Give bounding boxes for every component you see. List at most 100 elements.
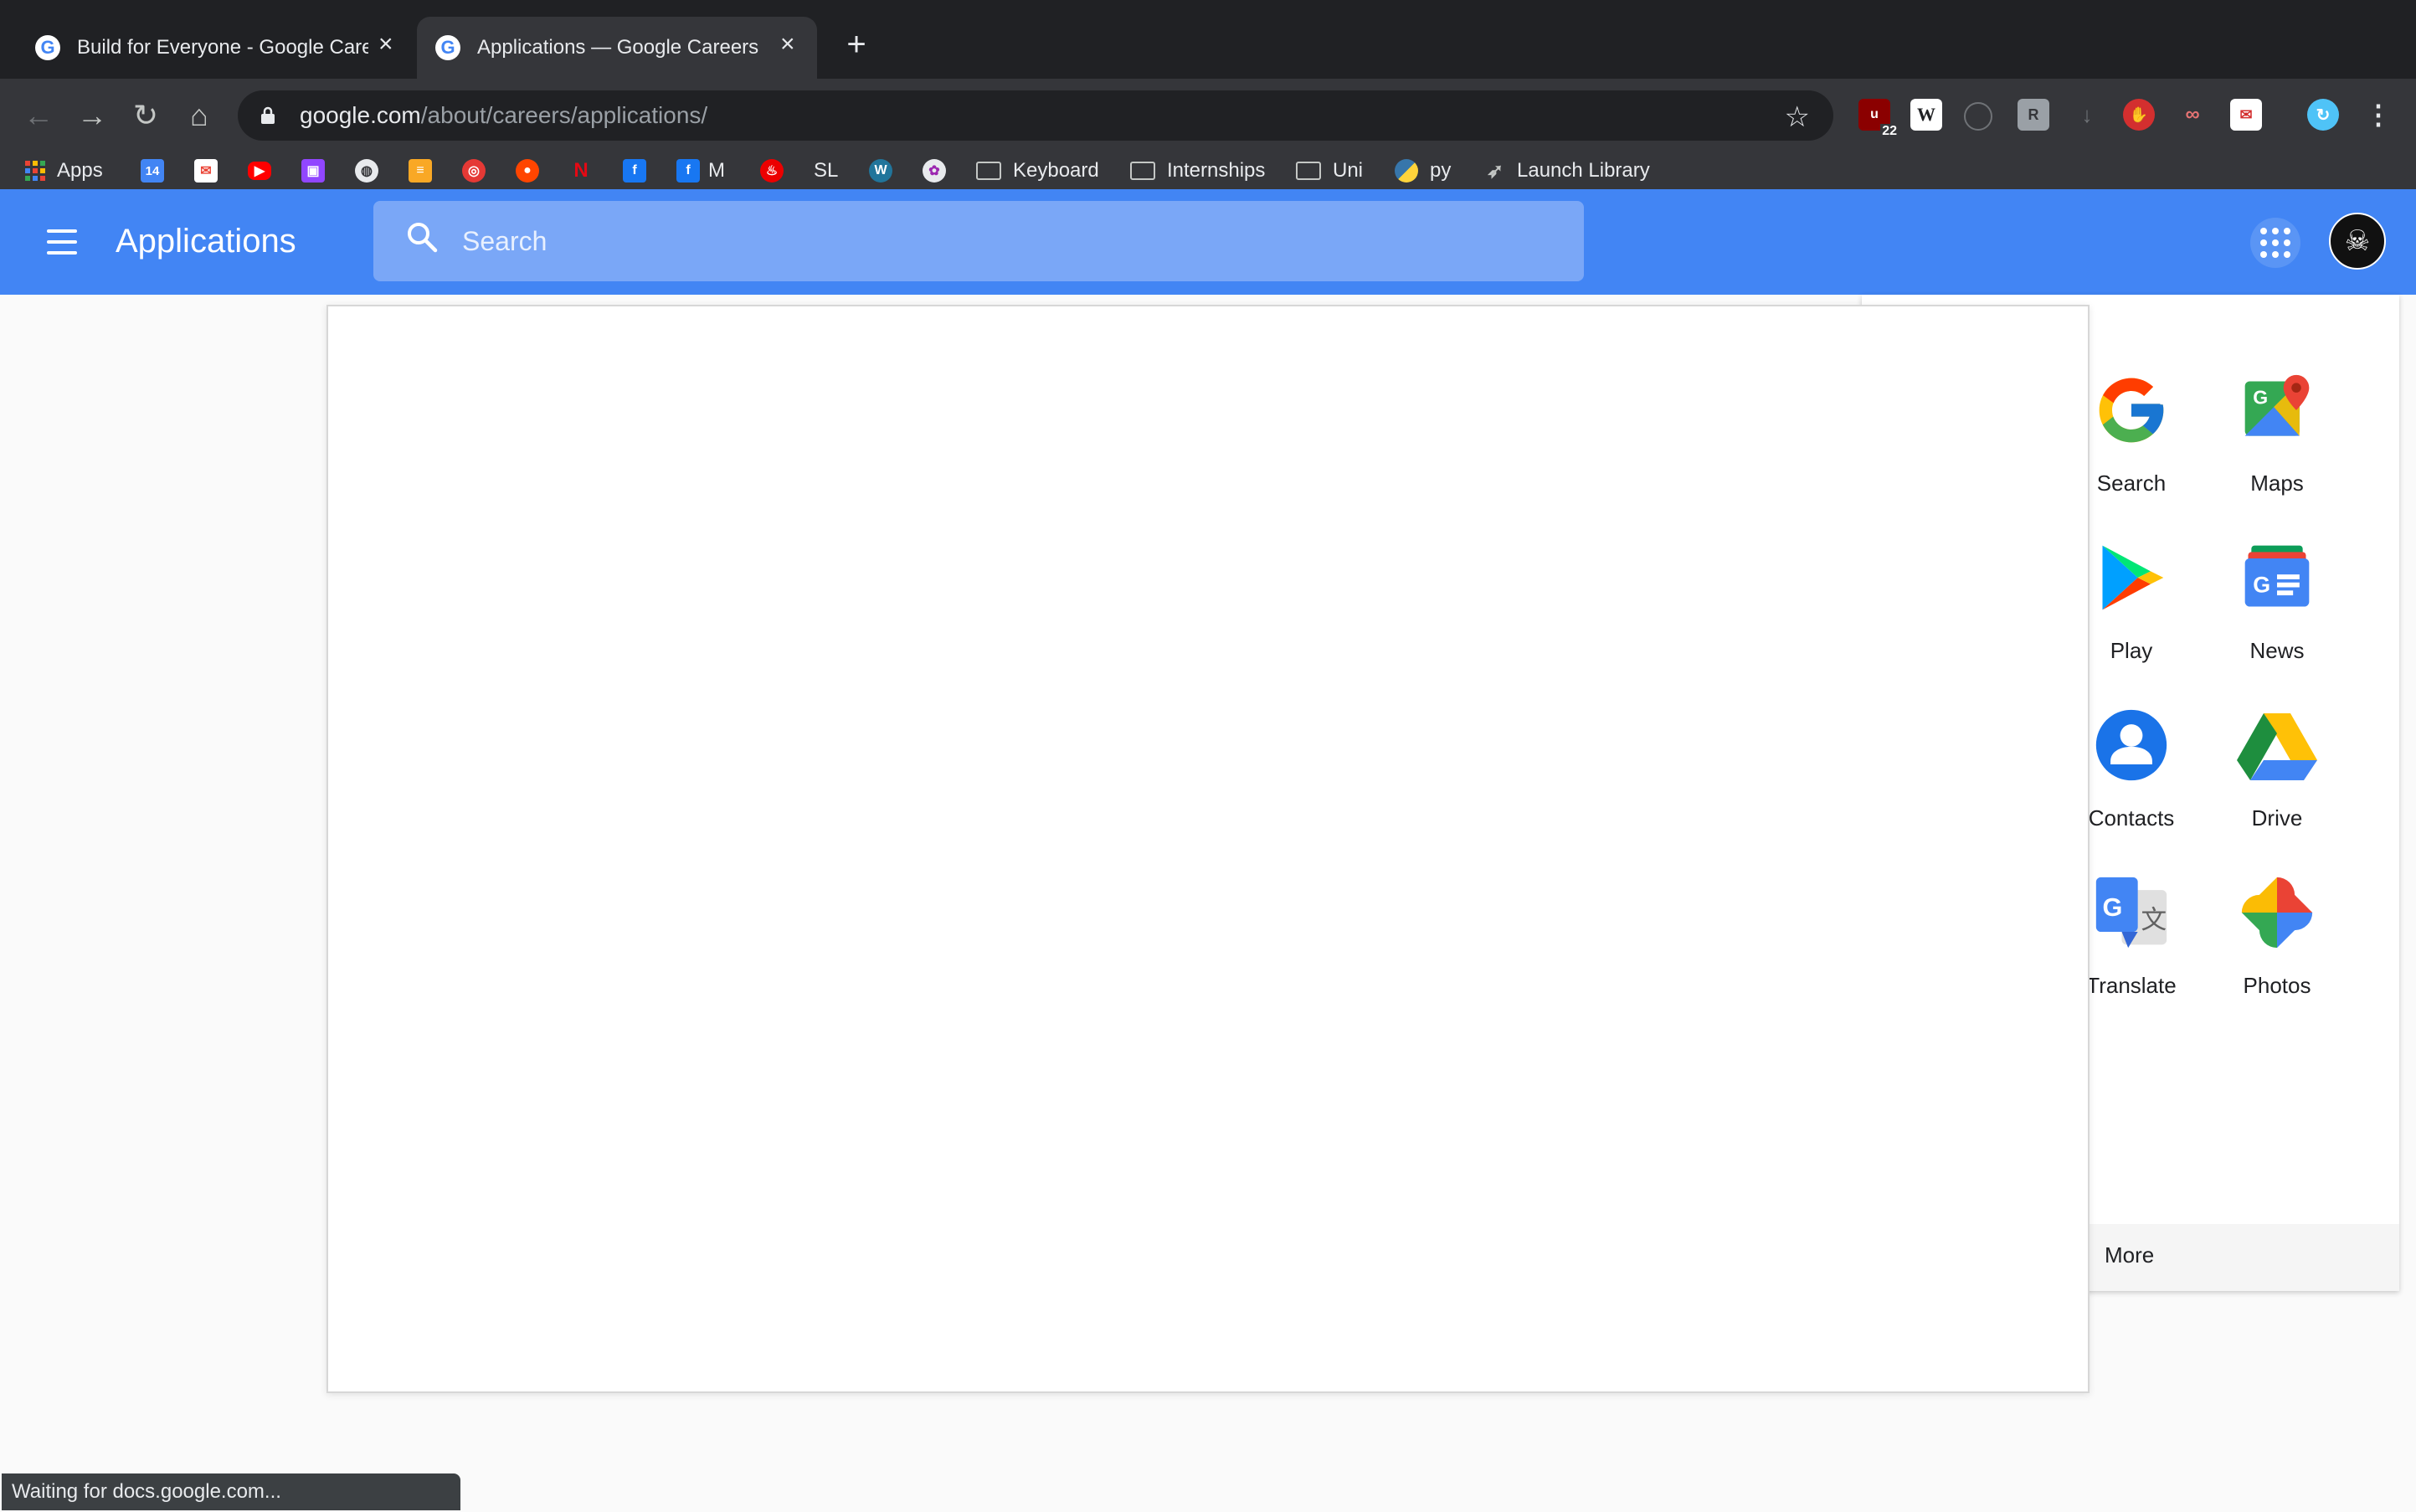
browser-menu-icon[interactable]: ⋮ bbox=[2362, 99, 2394, 131]
more-apps-button[interactable]: More bbox=[2105, 1242, 2154, 1268]
bookmark-label: Internships bbox=[1167, 159, 1266, 182]
url-host: google.com bbox=[300, 102, 421, 128]
bookmark-py[interactable]: py bbox=[1395, 156, 1451, 186]
youtube-icon: ▶ bbox=[248, 162, 271, 180]
apps-grid-icon bbox=[25, 161, 45, 181]
stack-icon: ≡ bbox=[409, 159, 432, 183]
tab-applications[interactable]: G Applications — Google Careers × bbox=[417, 17, 817, 79]
netflix-icon: N bbox=[573, 159, 589, 182]
play-icon bbox=[2090, 536, 2173, 620]
folder-icon bbox=[1130, 162, 1155, 180]
globe-icon: ◍ bbox=[355, 159, 378, 183]
bookmark-target[interactable]: ◎ bbox=[462, 156, 486, 186]
browser-toolbar: ← → ↻ ⌂ google.com/about/careers/applica… bbox=[0, 79, 2416, 152]
translate-icon: G 文 bbox=[2090, 871, 2173, 954]
app-label: Search bbox=[2096, 471, 2167, 496]
app-tile-drive[interactable]: Drive bbox=[2202, 703, 2352, 862]
search-input[interactable] bbox=[460, 224, 1468, 258]
bookmark-youtube[interactable]: ▶ bbox=[248, 156, 271, 186]
bookmark-star-icon[interactable]: ☆ bbox=[1785, 100, 1810, 134]
svg-text:文: 文 bbox=[2141, 906, 2167, 935]
svg-text:G: G bbox=[2103, 893, 2123, 922]
google-g-icon bbox=[2090, 368, 2173, 452]
bookmark-netflix[interactable]: N bbox=[569, 156, 593, 186]
google-favicon-icon: G bbox=[435, 35, 460, 60]
address-bar[interactable]: google.com/about/careers/applications/ ☆ bbox=[238, 90, 1833, 141]
app-tile-maps[interactable]: G Maps bbox=[2202, 368, 2352, 527]
app-label: Maps bbox=[2250, 471, 2304, 496]
circle-extension-icon[interactable] bbox=[1964, 102, 1992, 131]
bookmark-sl[interactable]: SL bbox=[814, 156, 838, 186]
url-path: /about/careers/applications/ bbox=[420, 102, 708, 128]
lock-icon bbox=[260, 106, 278, 125]
tab-strip: G Build for Everyone - Google Care × G A… bbox=[0, 0, 2416, 79]
bookmark-palette[interactable]: ✿ bbox=[923, 156, 946, 186]
maps-icon: G bbox=[2235, 368, 2319, 452]
back-icon[interactable]: ← bbox=[15, 92, 62, 139]
app-tile-news[interactable]: G News bbox=[2202, 536, 2352, 695]
app-label: Drive bbox=[2251, 805, 2303, 831]
close-tab-icon[interactable]: × bbox=[780, 30, 795, 59]
reload-icon[interactable]: ↻ bbox=[122, 92, 169, 139]
bookmark-launch-library[interactable]: ➶ Launch Library bbox=[1483, 156, 1650, 186]
google-favicon-icon: G bbox=[35, 35, 60, 60]
bookmark-label: Launch Library bbox=[1517, 159, 1650, 182]
bookmark-stack[interactable]: ≡ bbox=[409, 156, 432, 186]
wikipedia-extension-icon[interactable]: W bbox=[1910, 99, 1942, 131]
page-title: Applications bbox=[116, 223, 296, 260]
bookmark-globe[interactable]: ◍ bbox=[355, 156, 378, 186]
url-text: google.com/about/careers/applications/ bbox=[300, 102, 707, 129]
close-tab-icon[interactable]: × bbox=[378, 30, 393, 59]
forward-icon[interactable]: → bbox=[69, 92, 116, 139]
app-header: Applications ☠ bbox=[0, 189, 2416, 295]
bookmark-folder-keyboard[interactable]: Keyboard bbox=[976, 156, 1099, 186]
search-bar[interactable] bbox=[373, 201, 1584, 281]
rocket-icon: ➶ bbox=[1486, 159, 1504, 183]
bookmark-apps[interactable]: Apps bbox=[25, 156, 103, 186]
bookmark-wordpress[interactable]: W bbox=[869, 156, 892, 186]
app-label: Translate bbox=[2086, 973, 2177, 998]
bookmark-facebook[interactable]: f bbox=[623, 156, 646, 186]
svg-text:G: G bbox=[2253, 386, 2268, 408]
hamburger-menu-icon[interactable] bbox=[47, 229, 77, 255]
google-apps-grid-icon[interactable] bbox=[2250, 218, 2300, 268]
bookmark-folder-internships[interactable]: Internships bbox=[1130, 156, 1265, 186]
bookmark-label: M bbox=[708, 159, 725, 182]
avatar[interactable]: ☠ bbox=[2329, 213, 2386, 270]
drive-icon bbox=[2235, 703, 2319, 787]
profile-extension-icon[interactable]: ↻ bbox=[2307, 99, 2339, 131]
glasses-extension-icon[interactable]: ∞ bbox=[2177, 99, 2208, 131]
download-extension-icon[interactable]: ↓ bbox=[2071, 99, 2103, 131]
flame-icon: ♨ bbox=[760, 159, 784, 183]
bookmark-twitch[interactable]: ▣ bbox=[301, 156, 325, 186]
bookmark-santander[interactable]: ♨ bbox=[760, 156, 784, 186]
folder-icon bbox=[1296, 162, 1321, 180]
photos-icon bbox=[2235, 871, 2319, 954]
bookmark-calendar[interactable]: 14 bbox=[141, 156, 164, 186]
bookmark-folder-uni[interactable]: Uni bbox=[1296, 156, 1363, 186]
hand-extension-icon[interactable]: ✋ bbox=[2123, 99, 2155, 131]
palette-icon: ✿ bbox=[923, 159, 946, 183]
tab-title: Applications — Google Careers bbox=[477, 36, 759, 59]
r-extension-icon[interactable]: R bbox=[2018, 99, 2049, 131]
bookmark-gmail[interactable]: ✉ bbox=[194, 156, 218, 186]
news-icon: G bbox=[2235, 536, 2319, 620]
tab-build-for-everyone[interactable]: G Build for Everyone - Google Care × bbox=[17, 17, 410, 79]
app-tile-photos[interactable]: Photos bbox=[2202, 871, 2352, 1030]
bookmark-label: Keyboard bbox=[1013, 159, 1099, 182]
python-icon bbox=[1395, 159, 1418, 183]
app-label: Photos bbox=[2243, 973, 2311, 998]
svg-text:G: G bbox=[2253, 572, 2270, 597]
pdf-extension-icon[interactable]: ✉ bbox=[2230, 99, 2262, 131]
home-icon[interactable]: ⌂ bbox=[176, 92, 223, 139]
facebook-icon: f bbox=[623, 159, 646, 183]
bookmark-reddit[interactable]: ● bbox=[516, 156, 539, 186]
new-tab-button[interactable]: + bbox=[835, 23, 877, 65]
extension-badge: 22 bbox=[1880, 124, 1899, 139]
folder-icon bbox=[976, 162, 1001, 180]
bookmark-facebook-m[interactable]: fM bbox=[676, 156, 725, 186]
bookmark-label: SL bbox=[814, 159, 839, 182]
bookmarks-bar: Apps 14 ✉ ▶ ▣ ◍ ≡ ◎ ● N f fM ♨ SL W ✿ Ke… bbox=[0, 152, 2416, 189]
ublock-extension-icon[interactable]: u 22 bbox=[1858, 99, 1899, 139]
bookmark-label: Uni bbox=[1333, 159, 1364, 182]
